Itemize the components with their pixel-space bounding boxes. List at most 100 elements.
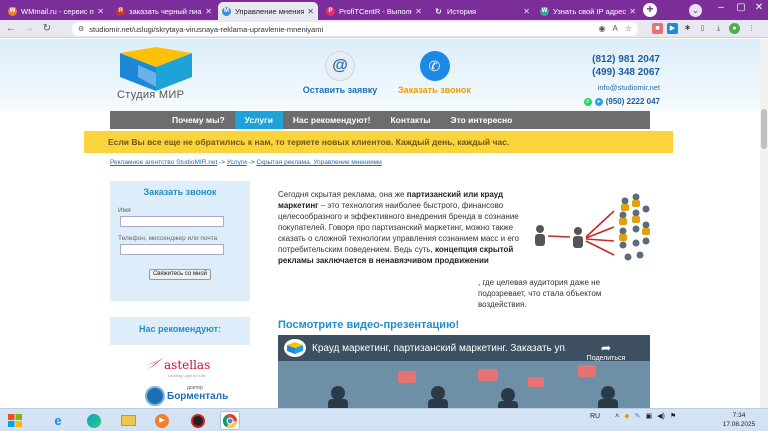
taskbar-ie[interactable]: e (48, 411, 68, 430)
close-tab-icon[interactable]: ✕ (307, 7, 314, 16)
promo-banner: Если Вы все еще не обратились к нам, то … (84, 131, 673, 153)
back-icon[interactable]: ← (4, 22, 18, 36)
address-bar[interactable]: ⚙ studiomir.net/uslugi/skrytaya-virusnay… (72, 22, 638, 36)
menu-item-services[interactable]: Услуги (234, 111, 283, 129)
omnibox-actions: ◉ A ☆ (599, 24, 633, 33)
close-tab-icon[interactable]: ✕ (415, 7, 422, 16)
tab-label: Узнать свой IP адрес (553, 6, 627, 16)
extension-red-icon[interactable]: ■ (652, 23, 663, 34)
tray-app-icon[interactable]: ◆ (624, 412, 629, 420)
edge-icon (87, 413, 101, 428)
wmmail-favicon-icon: W (8, 6, 17, 16)
forward-icon[interactable]: → (22, 22, 36, 36)
borment-logo[interactable]: доктор Борменталь (145, 384, 228, 408)
internet-explorer-icon: e (54, 413, 62, 428)
tab-ip[interactable]: W Узнать свой IP адрес ✕ (536, 2, 640, 20)
tab-wmmail[interactable]: W WMmail.ru - сервис по ✕ (4, 2, 108, 20)
name-label: Имя (118, 207, 131, 214)
page-scrollbar[interactable] (760, 39, 768, 408)
article-text-continued: , где целевая аудитория даже не подозрев… (478, 277, 650, 310)
breadcrumb-services[interactable]: Услуги (227, 159, 247, 166)
download-icon[interactable]: ⤓ (713, 23, 724, 34)
astellas-tagline: Leading Light for Life (168, 373, 206, 378)
recommend-heading: Нас рекомендуют: (110, 317, 250, 345)
logo-text: Студия МИР (117, 89, 185, 101)
extensions-puzzle-icon[interactable]: ✱ (682, 23, 693, 34)
astellas-name: astellas (164, 358, 211, 372)
menu-item-contacts[interactable]: Контакты (380, 111, 440, 129)
taskbar-chrome[interactable] (220, 411, 240, 430)
more-menu-icon[interactable]: ⋮ (746, 23, 757, 34)
windows-logo-icon (7, 414, 22, 427)
taskbar-edge[interactable] (84, 411, 104, 430)
tab-label: WMmail.ru - сервис по (21, 6, 95, 16)
flag-icon[interactable]: ⚑ (670, 412, 676, 420)
breadcrumb-current[interactable]: Скрытая реклама. Управление мнениями (256, 159, 381, 166)
tab-profitcentr[interactable]: P ProfiTCentR - Выполн ✕ (322, 2, 426, 20)
channel-avatar-icon[interactable] (284, 339, 306, 357)
email-link[interactable]: info@studiomir.net (540, 83, 660, 92)
contact-field[interactable] (120, 244, 224, 255)
reload-icon[interactable]: ↻ (40, 22, 54, 36)
bookmark-star-icon[interactable]: ☆ (625, 24, 632, 33)
minimize-icon[interactable]: – (714, 2, 728, 13)
clock-date: 17.08.2025 (722, 421, 756, 428)
new-tab-button[interactable]: + (643, 3, 657, 17)
scrollbar-thumb[interactable] (761, 109, 767, 149)
sidebar-icon[interactable]: ▯ (697, 23, 708, 34)
site-info-icon[interactable]: ⚙ (78, 25, 84, 33)
start-button[interactable] (4, 411, 26, 430)
video-title[interactable]: Крауд маркетинг, партизанский маркетинг.… (312, 343, 566, 354)
tab-history[interactable]: ↻ История ✕ (430, 2, 534, 20)
messenger-phone-number[interactable]: (950) 2222 047 (606, 97, 660, 106)
order-call-button[interactable]: ✆ Заказать звонок (392, 51, 477, 95)
tab-search-chevron-icon[interactable]: ⌄ (689, 4, 702, 17)
telegram-icon[interactable]: ➤ (594, 97, 603, 106)
clock-time: 7:34 (732, 412, 746, 419)
maximize-icon[interactable]: ▢ (734, 2, 748, 13)
extension-blue-icon[interactable]: ▶ (667, 23, 678, 34)
close-tab-icon[interactable]: ✕ (205, 7, 212, 16)
browser-toolbar: ← → ↻ ⚙ studiomir.net/uslugi/skrytaya-vi… (0, 20, 768, 38)
share-button[interactable]: ➦ Поделиться (586, 341, 626, 362)
profile-avatar-icon[interactable]: ● (729, 23, 740, 34)
network-icon[interactable]: ▣ (645, 412, 652, 420)
contact-me-button[interactable]: Свяжитесь со мной (149, 269, 211, 280)
borment-circle-icon (145, 386, 165, 406)
close-tab-icon[interactable]: ✕ (523, 7, 530, 16)
menu-item-recommend[interactable]: Нас рекомендуют! (283, 111, 381, 129)
breadcrumb-home[interactable]: Рекламное агентство StudioMIR.net (110, 159, 217, 166)
eye-slash-icon[interactable]: ◉ (599, 24, 606, 33)
language-indicator[interactable]: RU (590, 413, 600, 420)
close-tab-icon[interactable]: ✕ (629, 7, 636, 16)
close-tab-icon[interactable]: ✕ (97, 7, 104, 16)
translate-icon[interactable]: A (612, 24, 617, 33)
tab-pr[interactable]: Я заказать черный пиар ✕ (112, 2, 216, 20)
menu-item-interesting[interactable]: Это интересно (441, 111, 523, 129)
taskbar-media[interactable]: ▶ (152, 411, 172, 430)
tab-label: заказать черный пиар (129, 6, 203, 16)
whatsapp-icon[interactable]: ✆ (583, 97, 592, 106)
phone-msk[interactable]: (499) 348 2067 (540, 66, 660, 79)
video-player[interactable]: Крауд маркетинг, партизанский маркетинг.… (278, 335, 650, 408)
tray-chevron-icon[interactable]: ˄ (615, 413, 619, 420)
profitcentr-favicon-icon: P (326, 6, 335, 16)
chrome-icon (223, 413, 237, 428)
close-window-icon[interactable]: ✕ (752, 2, 766, 13)
taskbar-explorer[interactable] (118, 411, 138, 430)
menu-item-why-us[interactable]: Почему мы? (162, 111, 235, 129)
yandex-favicon-icon: Я (116, 6, 125, 16)
leave-request-button[interactable]: @ Оставить заявку (300, 51, 380, 95)
messenger-phone: ✆ ➤ (950) 2222 047 (545, 97, 660, 106)
system-clock[interactable]: 7:34 17.08.2025 (718, 411, 760, 429)
callback-form-title: Заказать звонок (143, 187, 217, 197)
taskbar-app-red[interactable] (188, 411, 208, 430)
tab-upravlenie[interactable]: М Управление мнениями ✕ (218, 2, 318, 20)
volume-icon[interactable]: ◀) (657, 412, 665, 420)
name-field[interactable] (120, 216, 224, 227)
email-at-icon: @ (325, 51, 355, 81)
astellas-logo[interactable]: astellas Leading Light for Life (146, 353, 218, 379)
tray-edit-icon[interactable]: ✎ (635, 412, 641, 420)
breadcrumb-separator: -> (246, 159, 257, 166)
phone-spb[interactable]: (812) 981 2047 (540, 53, 660, 66)
